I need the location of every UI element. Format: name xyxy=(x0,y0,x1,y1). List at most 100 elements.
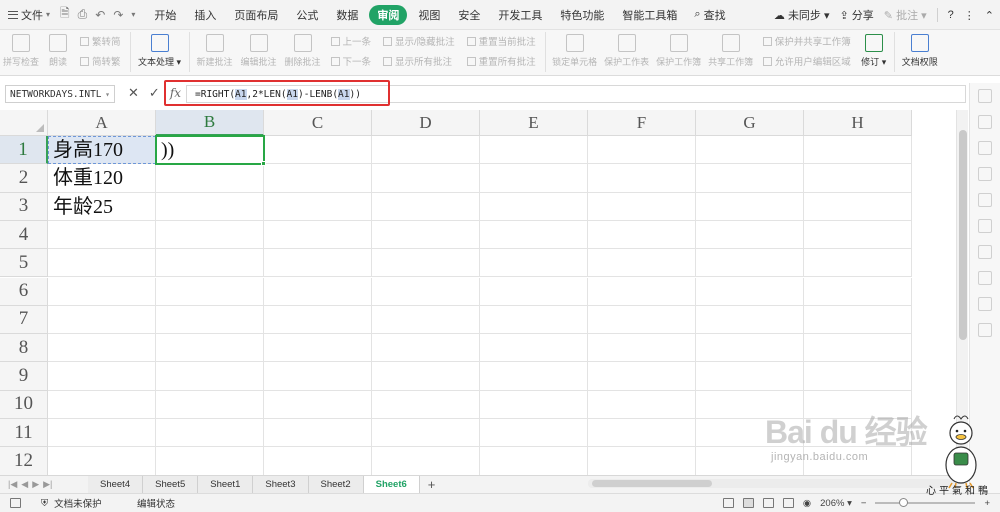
cell-a8[interactable] xyxy=(48,334,156,363)
cell-h6[interactable] xyxy=(804,277,912,306)
sync-status[interactable]: ☁ 未同步 ▾ xyxy=(774,7,830,23)
cell-c12[interactable] xyxy=(264,447,372,475)
select-icon[interactable] xyxy=(978,89,992,103)
cell-f5[interactable] xyxy=(588,249,696,278)
column-header-g[interactable]: G xyxy=(696,110,804,136)
sheet-tab[interactable]: Sheet2 xyxy=(308,475,364,494)
reset-current-comment-button[interactable]: 重置当前批注 xyxy=(466,34,536,48)
cell-e6[interactable] xyxy=(480,277,588,306)
sheet-tab[interactable]: Sheet1 xyxy=(198,475,254,494)
next-sheet-icon[interactable]: ▶ xyxy=(32,479,39,490)
column-header-h[interactable]: H xyxy=(804,110,912,136)
cell-e3[interactable] xyxy=(480,192,588,221)
file-menu[interactable]: 文件 ▾ xyxy=(0,7,56,23)
cell-h10[interactable] xyxy=(804,390,912,419)
cell-h1[interactable] xyxy=(804,136,912,165)
menu-tab[interactable]: 开始 xyxy=(145,5,185,25)
cell-g10[interactable] xyxy=(696,390,804,419)
cell-h9[interactable] xyxy=(804,362,912,391)
menu-tab[interactable]: 页面布局 xyxy=(225,5,287,25)
show-hide-comment-button[interactable]: 显示/隐藏批注 xyxy=(383,34,455,48)
sheet-tab[interactable]: Sheet4 xyxy=(88,475,144,494)
cell-h2[interactable] xyxy=(804,164,912,193)
cell-b8[interactable] xyxy=(156,334,264,363)
zoom-level[interactable]: 206% ▾ xyxy=(820,498,852,509)
reset-all-comments-button[interactable]: 重置所有批注 xyxy=(466,54,536,68)
cell-g6[interactable] xyxy=(696,277,804,306)
cell-c7[interactable] xyxy=(264,305,372,335)
cell-h12[interactable] xyxy=(804,447,912,475)
sheet-tab[interactable]: Sheet5 xyxy=(143,475,199,494)
comment-button[interactable]: ✎ 批注 ▾ xyxy=(884,7,927,23)
cell-d1[interactable] xyxy=(372,136,480,165)
cell-b9[interactable] xyxy=(156,362,264,391)
normal-view-icon[interactable] xyxy=(742,498,754,508)
menu-tab[interactable]: 安全 xyxy=(449,5,489,25)
protect-workbook-button[interactable]: 保护工作簿 xyxy=(653,32,705,76)
cell-c10[interactable] xyxy=(264,390,372,419)
cell-e1[interactable] xyxy=(480,136,588,165)
cell-g3[interactable] xyxy=(696,192,804,221)
menu-tab[interactable]: 数据 xyxy=(327,5,367,25)
cell-e2[interactable] xyxy=(480,164,588,193)
cell-h8[interactable] xyxy=(804,334,912,363)
cell-c5[interactable] xyxy=(264,249,372,278)
menu-tab[interactable]: 插入 xyxy=(185,5,225,25)
cell-e12[interactable] xyxy=(480,447,588,475)
sheet-tab[interactable]: Sheet3 xyxy=(253,475,309,494)
cell-c3[interactable] xyxy=(264,192,372,221)
cell-c6[interactable] xyxy=(264,277,372,306)
cell-f9[interactable] xyxy=(588,362,696,391)
menu-tab[interactable]: 视图 xyxy=(409,5,449,25)
cell-d3[interactable] xyxy=(372,192,480,221)
cell-b7[interactable] xyxy=(156,305,264,335)
menu-tab[interactable]: 开发工具 xyxy=(489,5,551,25)
cell-g5[interactable] xyxy=(696,249,804,278)
cell-a11[interactable] xyxy=(48,419,156,448)
print-preview-icon[interactable]: ⎙ xyxy=(78,7,88,22)
cell-e5[interactable] xyxy=(480,249,588,278)
cell-f3[interactable] xyxy=(588,192,696,221)
row-header-10[interactable]: 10 xyxy=(0,390,48,419)
protect-sheet-button[interactable]: 保护工作表 xyxy=(601,32,653,76)
cell-d5[interactable] xyxy=(372,249,480,278)
cell-e10[interactable] xyxy=(480,390,588,419)
cell-d2[interactable] xyxy=(372,164,480,193)
more-icon[interactable]: ⋮ xyxy=(964,9,975,22)
cell-b5[interactable] xyxy=(156,249,264,278)
cell-b11[interactable] xyxy=(156,419,264,448)
eye-protection-icon[interactable]: ◉ xyxy=(803,498,811,509)
cell-a10[interactable] xyxy=(48,390,156,419)
cell-e7[interactable] xyxy=(480,305,588,335)
row-header-7[interactable]: 7 xyxy=(0,305,48,335)
cell-c11[interactable] xyxy=(264,419,372,448)
row-header-3[interactable]: 3 xyxy=(0,192,48,221)
share-workbook-button[interactable]: 共享工作簿 xyxy=(705,32,757,76)
chevron-down-icon[interactable]: ▾ xyxy=(105,90,110,99)
prev-sheet-icon[interactable]: ◀ xyxy=(21,479,28,490)
page-break-view-icon[interactable] xyxy=(762,498,774,508)
row-header-2[interactable]: 2 xyxy=(0,164,48,193)
horizontal-scroll-thumb[interactable] xyxy=(592,480,712,487)
cell-e8[interactable] xyxy=(480,334,588,363)
collapse-icon[interactable]: ⌃ xyxy=(985,9,994,22)
properties-icon[interactable] xyxy=(978,115,992,129)
cell-f12[interactable] xyxy=(588,447,696,475)
redo-icon[interactable]: ↷ xyxy=(113,8,123,22)
cell-a9[interactable] xyxy=(48,362,156,391)
cell-g12[interactable] xyxy=(696,447,804,475)
help-panel-icon[interactable] xyxy=(978,271,992,285)
cell-b6[interactable] xyxy=(156,277,264,306)
cell-e11[interactable] xyxy=(480,419,588,448)
zoom-slider-knob[interactable] xyxy=(899,498,909,507)
cell-g11[interactable] xyxy=(696,419,804,448)
lock-cell-button[interactable]: 锁定单元格 xyxy=(549,32,601,76)
doc-permission-button[interactable]: 文档权限 xyxy=(898,32,942,76)
show-all-comments-button[interactable]: 显示所有批注 xyxy=(383,54,455,68)
cell-f6[interactable] xyxy=(588,277,696,306)
fullscreen-icon[interactable] xyxy=(722,498,734,508)
cell-b3[interactable] xyxy=(156,192,264,221)
cell-a12[interactable] xyxy=(48,447,156,475)
allow-edit-ranges-button[interactable]: 允许用户编辑区域 xyxy=(762,54,851,68)
row-header-12[interactable]: 12 xyxy=(0,447,48,475)
